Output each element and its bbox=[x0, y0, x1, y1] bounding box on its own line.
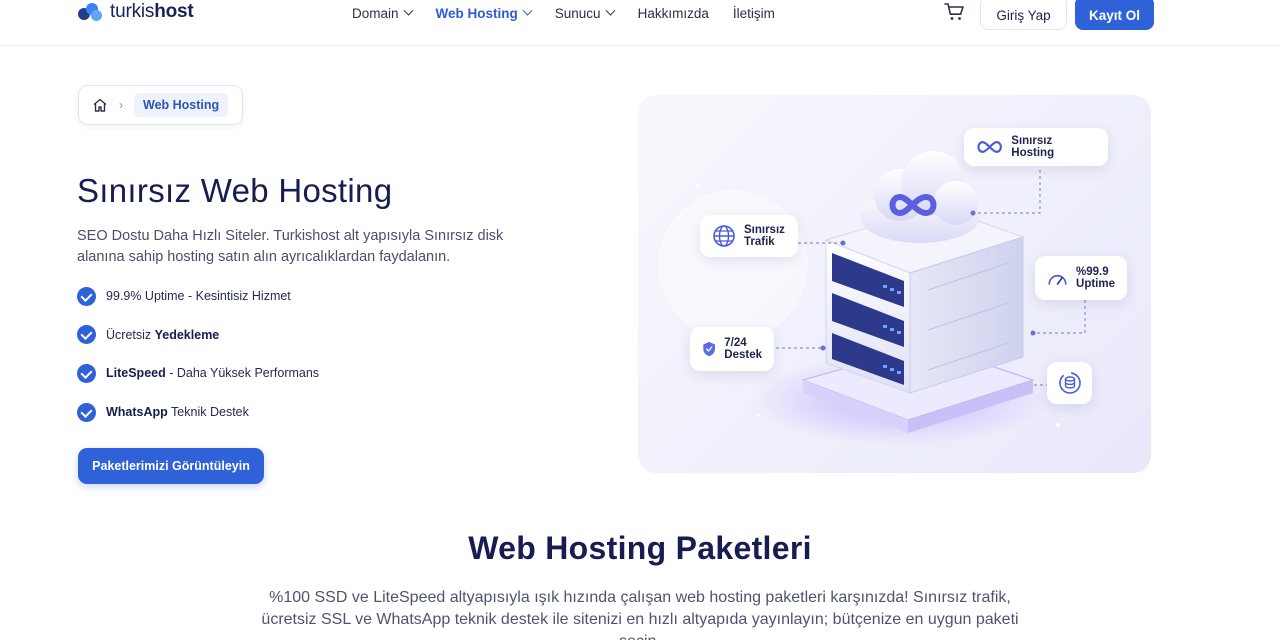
nav-item-label: Hakkımızda bbox=[637, 5, 709, 21]
check-icon bbox=[77, 325, 96, 345]
logo-text: turkishost bbox=[110, 1, 194, 23]
feature-text: 99.9% Uptime - Kesintisiz Hizmet bbox=[106, 289, 291, 303]
chevron-down-icon bbox=[403, 5, 413, 16]
database-refresh-icon bbox=[1058, 372, 1081, 394]
login-button[interactable]: Giriş Yap bbox=[980, 0, 1067, 30]
feature-text: Ücretsiz Yedekleme bbox=[106, 327, 220, 342]
nav-item-sunucu[interactable]: Sunucu bbox=[554, 5, 616, 21]
register-button[interactable]: Kayıt Ol bbox=[1075, 0, 1154, 30]
feature-text: WhatsApp Teknik Destek bbox=[106, 405, 249, 420]
feature-item: Ücretsiz Yedekleme bbox=[77, 325, 319, 345]
check-icon bbox=[77, 286, 96, 306]
chip-database bbox=[1047, 362, 1092, 404]
infinity-icon bbox=[977, 141, 1002, 153]
nav-item-label: Web Hosting bbox=[435, 5, 518, 21]
nav-item-domain[interactable]: Domain bbox=[352, 5, 413, 21]
chip-label: Sınırsız Hosting bbox=[1011, 135, 1055, 159]
chip-label: 7/24 Destek bbox=[724, 337, 762, 361]
feature-item: WhatsApp Teknik Destek bbox=[77, 402, 319, 422]
cart-icon[interactable] bbox=[944, 2, 966, 22]
feature-item: 99.9% Uptime - Kesintisiz Hizmet bbox=[77, 286, 319, 306]
chip-uptime: %99.9 Uptime bbox=[1035, 256, 1127, 300]
breadcrumb-current: Web Hosting bbox=[134, 93, 229, 117]
shield-check-icon bbox=[703, 341, 715, 357]
nav-item-hakkimizda[interactable]: Hakkımızda bbox=[638, 6, 709, 21]
chevron-down-icon bbox=[522, 5, 533, 16]
chevron-down-icon bbox=[605, 5, 616, 16]
chip-support: 7/24 Destek bbox=[690, 327, 774, 371]
home-icon[interactable] bbox=[92, 97, 108, 113]
hosting-illustration: Sınırsız Hosting Sınırsız Trafik %99.9 Upt… bbox=[638, 95, 1151, 473]
site-header: turkishost Domain Web Hosting Sunucu Hak… bbox=[0, 0, 1280, 46]
check-icon bbox=[77, 363, 96, 383]
logo-text-light: turkis bbox=[110, 1, 155, 22]
feature-text: LiteSpeed - Daha Yüksek Performans bbox=[106, 366, 320, 381]
hero-description: SEO Dostu Daha Hızlı Siteler. Turkishost… bbox=[77, 228, 504, 265]
chip-unlimited-hosting: Sınırsız Hosting bbox=[964, 128, 1108, 166]
chip-label: %99.9 Uptime bbox=[1076, 266, 1115, 290]
feature-item: LiteSpeed - Daha Yüksek Performans bbox=[77, 363, 319, 383]
breadcrumb: › Web Hosting bbox=[78, 85, 243, 125]
feature-list: 99.9% Uptime - Kesintisiz Hizmet Ücretsi… bbox=[77, 286, 319, 441]
view-packages-button[interactable]: Paketlerimizi Görüntüleyin bbox=[78, 448, 264, 484]
packages-section-title: Web Hosting Paketleri bbox=[468, 530, 812, 566]
logo[interactable]: turkishost bbox=[78, 1, 194, 23]
packages-section-description: %100 SSD ve LiteSpeed altyapısıyla ışık … bbox=[261, 589, 1019, 640]
nav-item-web-hosting[interactable]: Web Hosting bbox=[435, 5, 533, 21]
nav-item-label: Domain bbox=[352, 5, 399, 21]
chip-label: Sınırsız Trafik bbox=[744, 224, 785, 248]
page-title: Sınırsız Web Hosting bbox=[77, 172, 393, 209]
check-icon bbox=[77, 402, 96, 422]
nav-item-iletisim[interactable]: İletişim bbox=[733, 6, 775, 21]
chip-unlimited-traffic: Sınırsız Trafik bbox=[700, 215, 798, 257]
main-nav: Domain Web Hosting Sunucu Hakkımızda İle… bbox=[352, 4, 799, 22]
breadcrumb-separator: › bbox=[119, 98, 123, 112]
nav-item-label: İletişim bbox=[732, 5, 775, 21]
globe-icon bbox=[713, 225, 735, 247]
speedometer-icon bbox=[1048, 275, 1067, 285]
logo-text-bold: host bbox=[154, 1, 194, 22]
logo-mark-icon bbox=[78, 3, 104, 21]
nav-item-label: Sunucu bbox=[554, 5, 601, 21]
